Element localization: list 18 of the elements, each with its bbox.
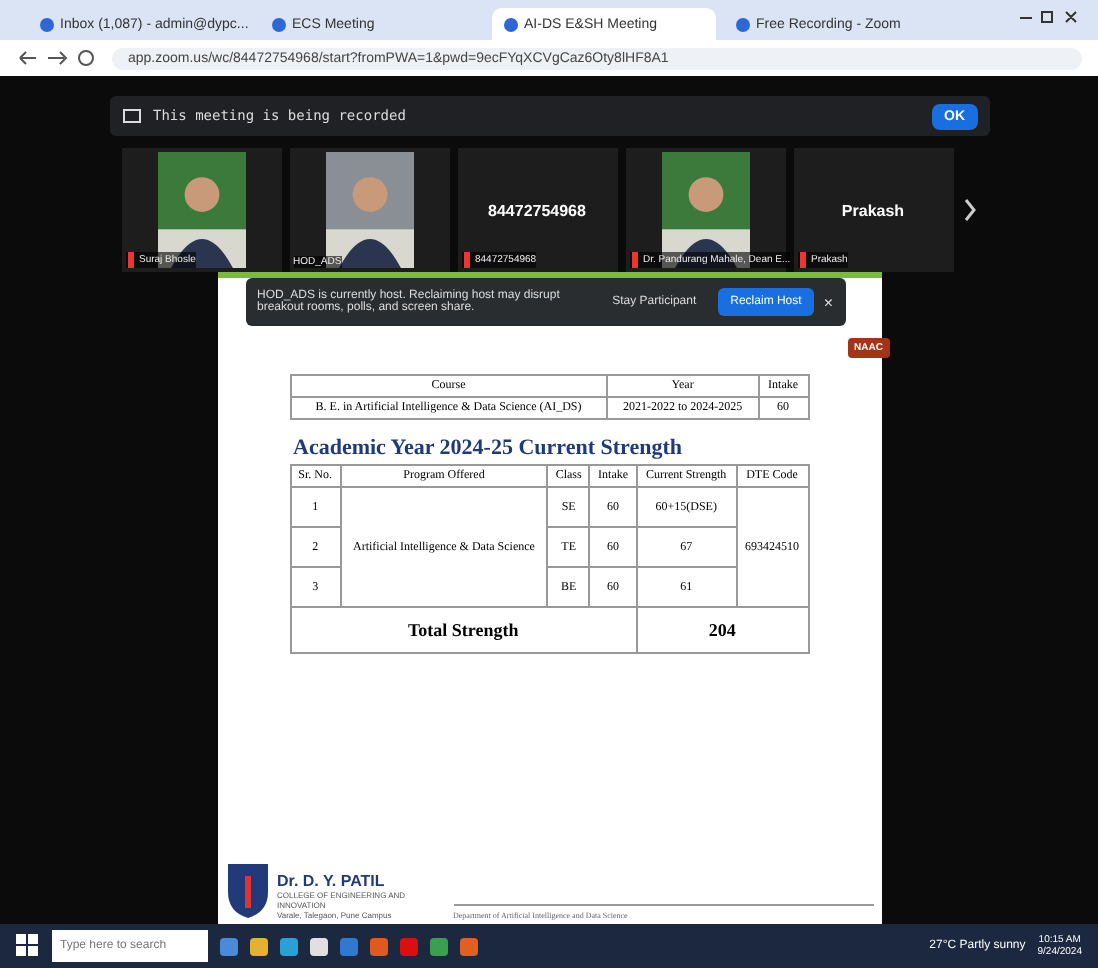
window-controls-icon[interactable] (1018, 10, 1078, 26)
participant-name: Prakash (841, 201, 905, 219)
shield-icon (225, 860, 269, 920)
college-name: Dr. D. Y. PATIL (277, 872, 387, 890)
site-icon (736, 17, 750, 31)
table-cell: Total Strength (290, 607, 637, 653)
table-cell: 204 (636, 607, 808, 653)
slide-heading: Academic Year 2024-25 Current Strength (293, 436, 683, 460)
participant-name: 84472754968 (488, 201, 586, 219)
table-cell (736, 567, 808, 607)
next-icon[interactable] (961, 198, 977, 222)
recording-icon (121, 106, 141, 126)
close-button[interactable]: × (823, 293, 833, 311)
windows-icon[interactable] (16, 934, 40, 958)
site-icon (504, 17, 518, 31)
navigation-icons[interactable] (16, 48, 96, 68)
site-icon (40, 17, 54, 31)
site-icon (272, 17, 286, 31)
